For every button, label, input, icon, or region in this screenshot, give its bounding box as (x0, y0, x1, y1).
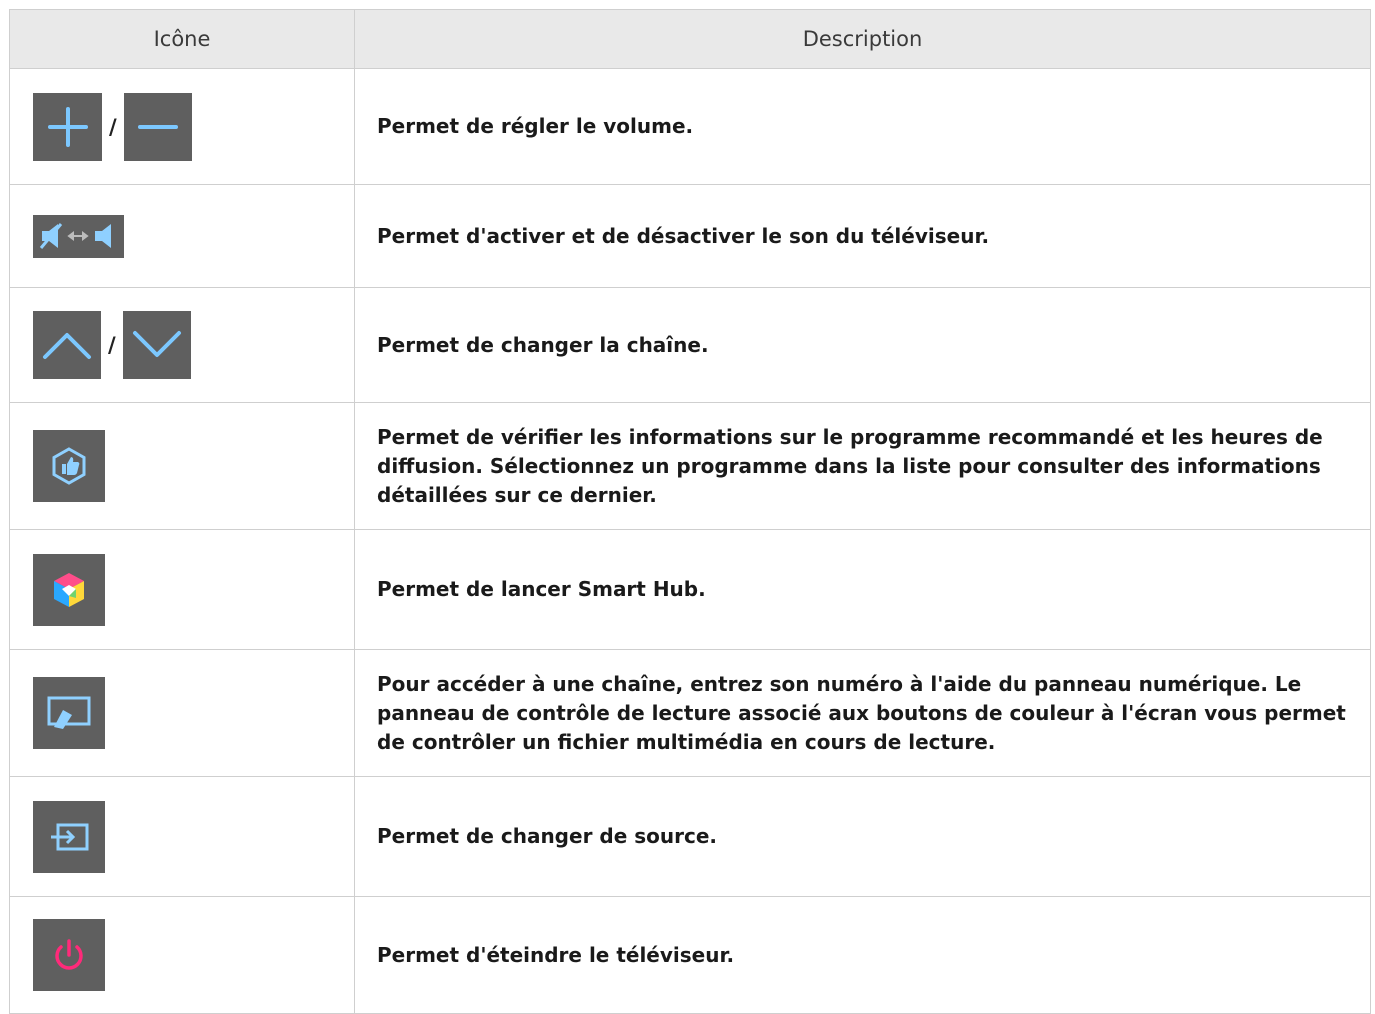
table-row: / Permet de régler le volume. (9, 68, 1371, 185)
table-row: Permet d'éteindre le téléviseur. (9, 896, 1371, 1014)
icon-cell (9, 649, 355, 777)
icon-cell: / (9, 68, 355, 185)
number-panel-icon (33, 677, 105, 749)
mute-toggle-icon (33, 214, 124, 258)
table-row: Permet de vérifier les informations sur … (9, 402, 1371, 530)
description-cell: Permet de lancer Smart Hub. (354, 529, 1371, 650)
description-cell: Permet de changer de source. (354, 776, 1371, 897)
description-cell: Permet d'activer et de désactiver le son… (354, 184, 1371, 288)
table-row: Permet d'activer et de désactiver le son… (9, 184, 1371, 288)
icon-cell (9, 529, 355, 650)
separator: / (108, 333, 116, 357)
description-cell: Permet d'éteindre le téléviseur. (354, 896, 1371, 1014)
icon-cell (9, 896, 355, 1014)
minus-icon (123, 92, 192, 161)
chevron-down-icon (122, 311, 191, 379)
plus-icon (33, 92, 102, 161)
header-description: Description (354, 9, 1371, 69)
smart-hub-icon (33, 553, 105, 626)
icon-description-table: Icône Description / Permet de régler le … (9, 9, 1371, 1014)
header-row: Icône Description (9, 9, 1371, 69)
table-row: Permet de lancer Smart Hub. (9, 529, 1371, 650)
icon-cell (9, 402, 355, 530)
header-icon: Icône (9, 9, 355, 69)
description-cell: Permet de changer la chaîne. (354, 287, 1371, 403)
recommend-icon (33, 430, 105, 502)
source-icon (33, 800, 105, 873)
separator: / (109, 114, 117, 139)
chevron-up-icon (33, 311, 101, 379)
icon-cell (9, 184, 355, 288)
description-cell: Permet de régler le volume. (354, 68, 1371, 185)
table-row: Pour accéder à une chaîne, entrez son nu… (9, 649, 1371, 777)
table-row: Permet de changer de source. (9, 776, 1371, 897)
icon-cell: / (9, 287, 355, 403)
power-icon (33, 919, 105, 991)
icon-cell (9, 776, 355, 897)
table-row: / Permet de changer la chaîne. (9, 287, 1371, 403)
description-cell: Permet de vérifier les informations sur … (354, 402, 1371, 530)
description-cell: Pour accéder à une chaîne, entrez son nu… (354, 649, 1371, 777)
